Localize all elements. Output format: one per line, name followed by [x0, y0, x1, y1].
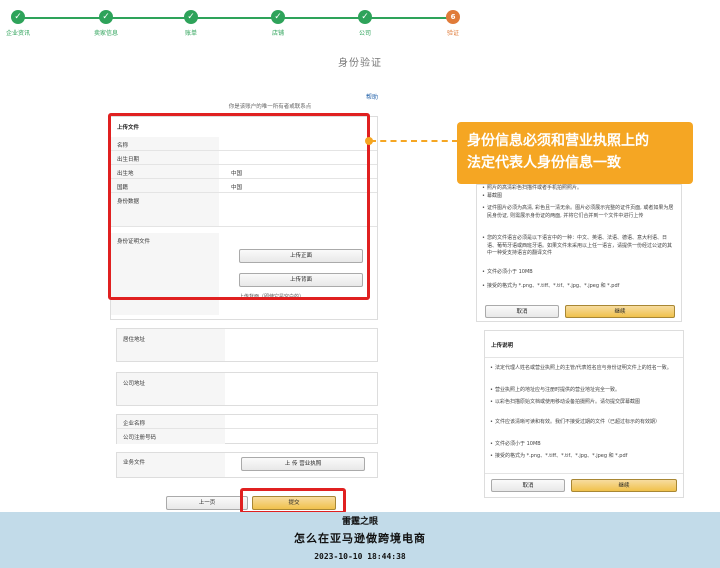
row-company-name: 企业名称 [117, 415, 377, 429]
page-title: 身份验证 [338, 58, 382, 69]
footer-brand: 雷霆之眼 [341, 517, 378, 527]
page-subtitle: 你是该账户的唯一所有者或联系点 [228, 104, 312, 110]
prev-page-button[interactable]: 上一页 [166, 496, 248, 510]
row-key-cell [117, 373, 225, 405]
step-billing[interactable]: ✓ 账单 [161, 10, 221, 37]
check-icon: ✓ [99, 10, 113, 24]
row-company-reg: 公司注册号码 [117, 429, 377, 444]
step-label: 店铺 [271, 30, 284, 37]
address-label: 居住地址 [123, 337, 146, 343]
help-link[interactable]: 帮助 [366, 92, 378, 101]
company-section: 企业名称 公司注册号码 [116, 414, 378, 444]
panel-bullet: 营业执照上的地址应与注册时提供的营业地址完全一致。 [490, 387, 677, 395]
step-label: 企业资讯 [5, 30, 30, 37]
check-icon: ✓ [184, 10, 198, 24]
step-label: 公司 [358, 30, 371, 37]
step-seller-info[interactable]: ✓ 卖家信息 [76, 10, 136, 37]
company-address-label: 公司地址 [123, 381, 146, 387]
check-icon: ✓ [358, 10, 372, 24]
step-number-badge: 6 [446, 10, 460, 24]
panel-divider [485, 473, 683, 474]
upload-instructions-panel-1: 照片的高清彩色扫描件或者手机拍照照片。 幕截图 证件图片必须为高清, 彩色且一清… [476, 184, 682, 322]
step-label: 卖家信息 [93, 30, 118, 37]
footer-timestamp: 2023-10-10 18:44:38 [314, 552, 406, 561]
step-store[interactable]: ✓ 店铺 [248, 10, 308, 37]
footer-slogan: 怎么在亚马逊做跨境电商 [294, 532, 426, 545]
callout-line-1: 身份信息必须和营业执照上的 [467, 133, 649, 149]
panel-text-fragment: 幕截图 [482, 193, 675, 201]
panel-bullet: 接受的格式为 *.png、*.tiff、*.tif、*.jpg、*.jpeg 和… [482, 283, 675, 291]
panel-divider [485, 357, 683, 358]
upload-instructions-panel-2: 上传说明 法定代理人姓名或营业执照上的主管/代表姓名应与身份证明文件上的姓名一致… [484, 330, 684, 498]
panel-bullet: 您的文件语言必须是以下语言中的一种：中文、英语、法语、德语、意大利语、日语、葡萄… [482, 235, 675, 258]
panel-bullet: 证件图片必须为高清, 彩色且一清无余。图片必须展示完整的证件页面, 或者如果为居… [482, 205, 675, 220]
step-label: 账单 [184, 30, 197, 37]
panel-text-fragment: 照片的高清彩色扫描件或者手机拍照照片。 [482, 185, 675, 193]
row-key: 企业名称 [123, 421, 146, 427]
step-company[interactable]: ✓ 公司 [335, 10, 395, 37]
callout-connector [370, 140, 458, 142]
row-key-cell [117, 329, 225, 361]
check-icon: ✓ [271, 10, 285, 24]
panel-bullet: 法定代理人姓名或营业执照上的主管/代表姓名应与身份证明文件上的姓名一致。 [490, 365, 677, 373]
step-verification[interactable]: 6 验证 [423, 10, 483, 37]
check-icon: ✓ [11, 10, 25, 24]
step-company-info[interactable]: ✓ 企业资讯 [0, 10, 48, 37]
callout-line-2: 法定代表人身份信息一致 [467, 155, 621, 171]
panel-bullet: 接受的格式为 *.png、*.tiff、*.tif、*.jpg、*.jpeg 和… [490, 453, 677, 461]
panel-header: 上传说明 [491, 343, 514, 349]
panel-bullet: 文件必须小于 10MB [490, 441, 677, 449]
residential-address-section: 居住地址 [116, 328, 378, 362]
panel1-cancel-button[interactable]: 取消 [485, 305, 559, 318]
company-address-section: 公司地址 [116, 372, 378, 406]
panel1-continue-button[interactable]: 继续 [565, 305, 675, 318]
business-docs-section: 业务文件 上 传 营业执照 [116, 452, 378, 478]
upload-license-button[interactable]: 上 传 营业执照 [241, 457, 365, 471]
panel2-cancel-button[interactable]: 取消 [491, 479, 565, 492]
panel-bullet: 文件必须小于 10MB [482, 269, 675, 277]
footer-banner: 雷霆之眼 怎么在亚马逊做跨境电商 2023-10-10 18:44:38 [0, 512, 720, 568]
panel-bullet: 以彩色扫描原始文档或使用移动设备拍摄照片。请勿提交屏幕截图 [490, 399, 677, 407]
progress-steps: ✓ 企业资讯 ✓ 卖家信息 ✓ 账单 ✓ 店铺 ✓ 公司 6 验证 [0, 0, 720, 40]
highlight-submit [240, 488, 346, 514]
annotation-callout: 身份信息必须和营业执照上的 法定代表人身份信息一致 [457, 122, 693, 184]
business-docs-label: 业务文件 [123, 460, 146, 466]
panel2-continue-button[interactable]: 继续 [571, 479, 677, 492]
highlight-upload-section [108, 113, 370, 300]
row-key: 公司注册号码 [123, 435, 157, 441]
step-label: 验证 [446, 30, 459, 37]
panel-bullet: 文件应该清晰可读和有效。我们不接受过期的文件（已超过标示的有效期） [490, 419, 677, 427]
